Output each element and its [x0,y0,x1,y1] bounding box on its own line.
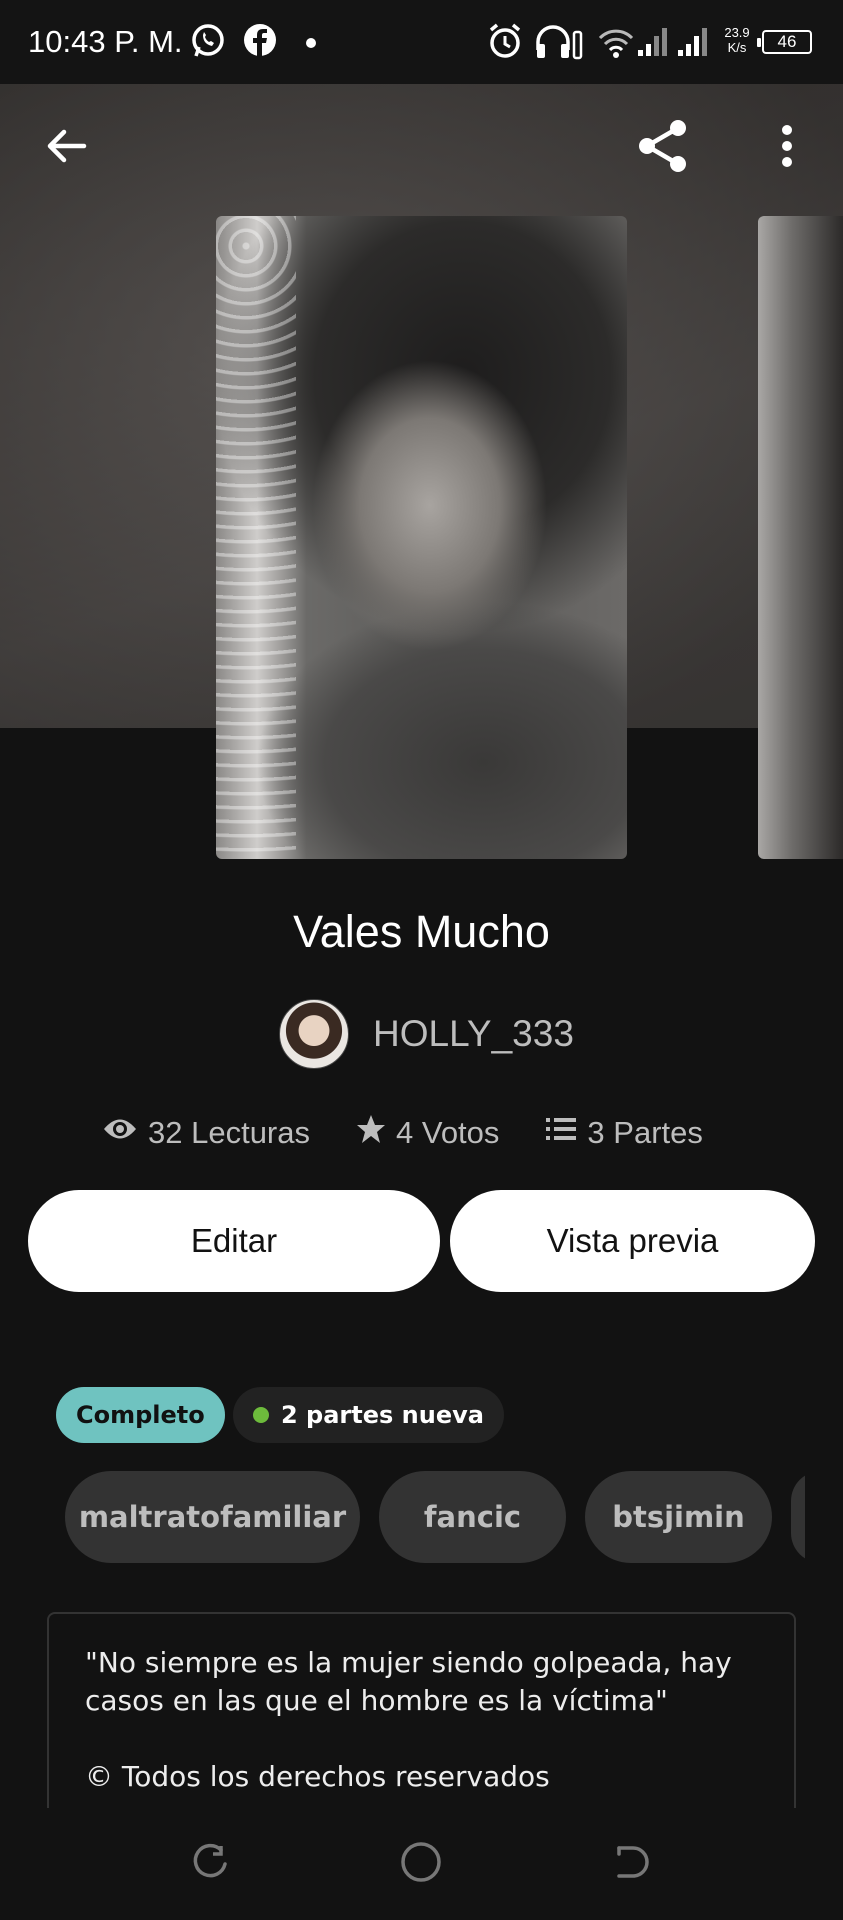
headphones-icon [534,20,584,67]
tags-list[interactable]: maltratofamiliar fancic btsjimin [65,1471,805,1565]
description-copyright: © Todos los derechos reservados [85,1760,550,1793]
dot-icon [304,36,318,55]
eye-icon [102,1114,148,1152]
preview-button[interactable]: Vista previa [450,1190,815,1292]
story-cover[interactable] [216,216,627,859]
tag-chip[interactable] [791,1471,805,1563]
parts-stat: 3 Partes [545,1114,703,1152]
new-parts-label: 2 partes nueva [281,1401,484,1429]
author-link[interactable]: HOLLY_333 [279,998,574,1070]
star-icon [356,1114,396,1152]
story-title: Vales Mucho [293,906,550,957]
tag-chip[interactable]: maltratofamiliar [65,1471,360,1563]
back-button[interactable] [36,118,96,178]
back-nav-button[interactable] [605,1838,657,1890]
share-icon [635,118,691,179]
back-nav-icon [611,1842,651,1887]
status-badge: Completo [56,1387,225,1443]
signal-icon [676,20,712,65]
edit-button[interactable]: Editar [28,1190,440,1292]
next-story-cover[interactable] [758,216,843,859]
new-dot-icon [253,1407,269,1423]
speed-unit: K/s [727,40,747,55]
parts-count: 3 Partes [587,1115,703,1150]
whatsapp-icon [190,20,226,65]
alarm-icon [486,20,524,67]
votes-count: 4 Votos [396,1115,500,1150]
network-speed: 23.9 K/s [722,25,752,55]
description-box: "No siempre es la mujer siendo golpeada,… [47,1612,796,1812]
author-name[interactable]: HOLLY_333 [373,1013,574,1055]
avatar[interactable] [279,999,349,1069]
more-vertical-icon [780,124,794,173]
wifi-icon [596,20,636,65]
new-parts-badge: 2 partes nueva [233,1387,504,1443]
tag-chip[interactable]: btsjimin [585,1471,772,1563]
story-stats: 32 Lecturas 4 Votos 3 Partes [102,1108,703,1158]
status-bar: 10:43 P. M. 23.9 K/s 46 [0,0,843,84]
signal-icon [636,20,672,65]
status-time: 10:43 P. M. [28,24,183,59]
battery-indicator: 46 [757,30,812,54]
home-circle-icon [399,1840,443,1889]
recent-apps-icon [191,1842,231,1887]
share-button[interactable] [633,118,693,178]
description-quote: "No siempre es la mujer siendo golpeada,… [85,1646,732,1717]
reads-count: 32 Lecturas [148,1115,310,1150]
facebook-icon [242,20,278,65]
reads-stat: 32 Lecturas [102,1114,310,1152]
arrow-left-icon [44,124,88,173]
more-options-button[interactable] [757,118,817,178]
recent-apps-button[interactable] [185,1838,237,1890]
speed-value: 23.9 [724,25,750,40]
tag-chip[interactable]: fancic [379,1471,566,1563]
votes-stat: 4 Votos [356,1114,499,1152]
home-button[interactable] [395,1838,447,1890]
list-icon [545,1114,587,1152]
